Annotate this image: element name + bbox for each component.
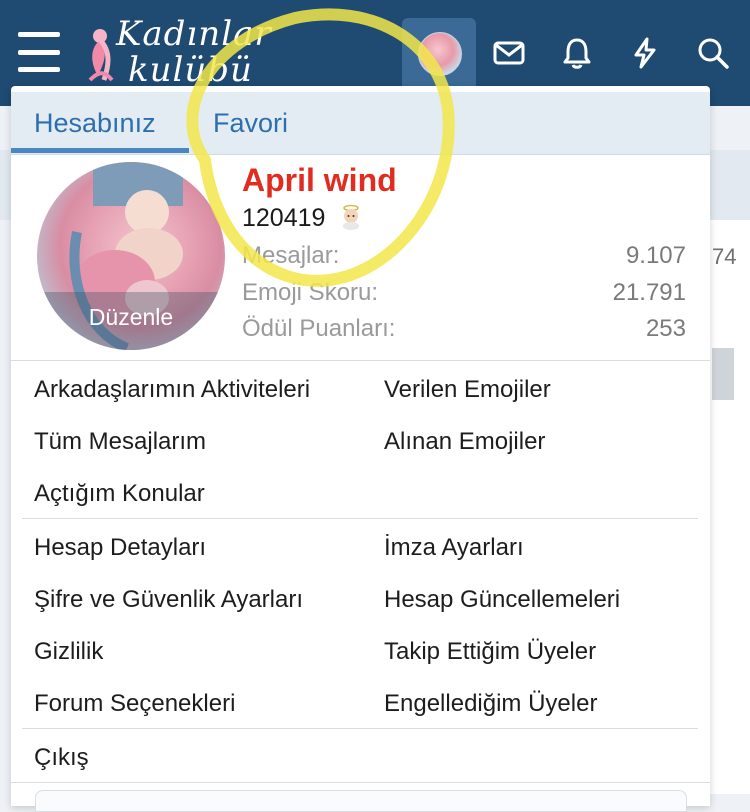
logo-text-line2: kulübü: [128, 50, 253, 90]
search-icon[interactable]: [696, 36, 730, 70]
menu-item-given-emojis[interactable]: Verilen Emojiler: [384, 376, 551, 404]
background-panel: [710, 220, 750, 794]
lightning-icon[interactable]: [628, 36, 662, 70]
tab-favori[interactable]: Favori: [213, 108, 288, 139]
account-dropdown-menu: Hesabınız Favori Düzenle April wind 1204…: [11, 86, 710, 812]
menu-item-privacy[interactable]: Gizlilik: [34, 638, 103, 666]
divider: [22, 728, 698, 729]
menu-item-signature-settings[interactable]: İmza Ayarları: [384, 534, 524, 562]
stat-award-points: Ödül Puanları: 253: [242, 315, 686, 342]
background-count: 74: [712, 244, 737, 269]
bell-icon[interactable]: [560, 36, 594, 70]
tab-hesabiniz[interactable]: Hesabınız: [34, 108, 156, 139]
baby-angel-emoji-icon: [343, 204, 360, 230]
active-tab-indicator: [11, 148, 189, 153]
logo-text-line1: Kadınlar: [116, 14, 272, 54]
divider: [22, 518, 698, 519]
user-title-text: 120419: [242, 204, 326, 232]
username-link[interactable]: April wind: [242, 162, 397, 199]
menu-item-forum-preferences[interactable]: Forum Seçenekleri: [34, 690, 235, 718]
menu-item-received-emojis[interactable]: Alınan Emojiler: [384, 428, 545, 456]
menu-item-following[interactable]: Takip Ettiğim Üyeler: [384, 638, 596, 666]
divider: [11, 360, 710, 361]
user-title: 120419: [242, 204, 364, 233]
menu-icon[interactable]: [18, 32, 60, 72]
profile-avatar[interactable]: Düzenle: [37, 162, 225, 350]
menu-tabs: Hesabınız Favori: [11, 92, 710, 155]
status-update-input[interactable]: [35, 790, 687, 812]
menu-item-account-details[interactable]: Hesap Detayları: [34, 534, 206, 562]
divider: [11, 782, 710, 783]
menu-item-all-messages[interactable]: Tüm Mesajlarım: [34, 428, 206, 456]
avatar-small: [418, 32, 462, 76]
stat-messages: Mesajlar: 9.107: [242, 242, 686, 269]
menu-item-my-threads[interactable]: Açtığım Konular: [34, 480, 205, 508]
menu-item-account-upgrades[interactable]: Hesap Güncellemeleri: [384, 586, 620, 614]
menu-item-ignored-members[interactable]: Engellediğim Üyeler: [384, 690, 597, 718]
logout-link[interactable]: Çıkış: [34, 744, 89, 772]
menu-item-friends-activity[interactable]: Arkadaşlarımın Aktiviteleri: [34, 376, 310, 404]
menu-item-password-security[interactable]: Şifre ve Güvenlik Ayarları: [34, 586, 303, 614]
envelope-icon[interactable]: [492, 36, 526, 70]
background-scroll-block: [712, 348, 734, 400]
stat-emoji-score: Emoji Skoru: 21.791: [242, 279, 686, 306]
edit-avatar-button[interactable]: Düzenle: [37, 292, 225, 350]
